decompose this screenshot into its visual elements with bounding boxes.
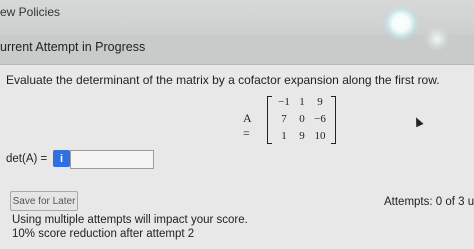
save-for-later-button[interactable]: Save for Later <box>10 191 78 211</box>
attempt-note-line: Using multiple attempts will impact your… <box>12 214 248 226</box>
matrix-cell: −6 <box>314 113 326 125</box>
screen-glare-secondary <box>424 28 450 50</box>
answer-input[interactable] <box>70 150 154 169</box>
attempt-note-line: 10% score reduction after attempt 2 <box>12 228 195 240</box>
matrix-left-bracket <box>267 96 272 144</box>
info-icon[interactable]: i <box>53 150 70 167</box>
question-prompt: Evaluate the determinant of the matrix b… <box>6 73 440 87</box>
matrix-cell: 10 <box>314 130 326 142</box>
breadcrumb[interactable]: ew Policies <box>0 5 60 19</box>
matrix-label: A = <box>243 111 252 140</box>
attempt-policy-note: Using multiple attempts will impact your… <box>12 213 248 241</box>
matrix-cell: 9 <box>317 96 323 108</box>
matrix-right-bracket <box>331 96 336 144</box>
screen-glare <box>384 6 418 40</box>
answer-label: det(A) = <box>6 153 48 165</box>
attempts-counter: Attempts: 0 of 3 use <box>384 196 474 208</box>
question-panel: Evaluate the determinant of the matrix b… <box>0 64 474 249</box>
section-title: urrent Attempt in Progress <box>0 40 146 54</box>
mouse-cursor-icon <box>412 115 424 128</box>
